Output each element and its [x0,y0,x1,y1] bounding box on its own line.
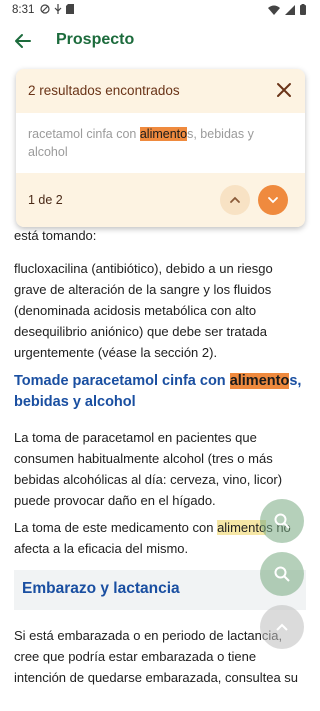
heading-alimentos: Tomade paracetamol cinfa con alimentos, … [14,371,306,413]
search-panel-header: 2 resultados encontrados [16,69,305,113]
close-icon[interactable] [275,81,293,99]
chevron-up-icon [230,196,240,203]
zoom-icon [274,566,290,582]
snippet-text-before: racetamol cinfa con [28,127,140,141]
search-match-current: alimento [229,373,290,389]
app-bar: Prospecto [0,20,320,64]
page-title: Prospecto [56,31,135,48]
search-panel-footer: 1 de 2 [16,173,305,227]
status-time: 8:31 [12,4,35,16]
results-count-label: 2 resultados encontrados [28,83,180,98]
partial-line: está tomando: [14,228,97,243]
usb-icon [54,4,62,14]
dnd-icon [40,4,50,14]
snippet-text: racetamol cinfa con alimentos, bebidas y… [28,125,293,161]
status-bar: 8:31 [0,0,320,20]
signal-icon [285,4,295,15]
sd-card-icon [66,4,74,14]
paragraph-text-before: La toma de este medicamento con [14,520,218,535]
scroll-top-fab[interactable] [260,605,304,649]
paragraph-flucloxacilina: flucloxacilina (antibiótico), debido a u… [14,261,273,360]
search-fab[interactable] [260,499,304,543]
notification-icons [40,4,74,14]
previous-result-button[interactable] [220,185,250,215]
back-arrow-icon[interactable] [12,30,34,52]
heading-text-before: Tomade paracetamol cinfa con [14,373,230,389]
battery-icon [300,4,306,15]
next-result-button[interactable] [258,185,288,215]
snippet-match: alimento [139,127,188,141]
system-icons [268,4,306,15]
search-icon [274,513,290,529]
result-counter: 1 de 2 [28,193,63,207]
zoom-fab[interactable] [260,552,304,596]
search-results-panel: 2 resultados encontrados racetamol cinfa… [16,69,305,227]
search-match-other: alimento [217,520,267,535]
wifi-icon [268,5,280,15]
paragraph-toma: La toma de paracetamol en pacientes que … [14,430,283,508]
section-title: Embarazo y lactancia [22,580,180,597]
chevron-down-icon [268,197,278,204]
search-result-snippet[interactable]: racetamol cinfa con alimentos, bebidas y… [16,113,305,173]
chevron-up-icon [276,623,288,631]
